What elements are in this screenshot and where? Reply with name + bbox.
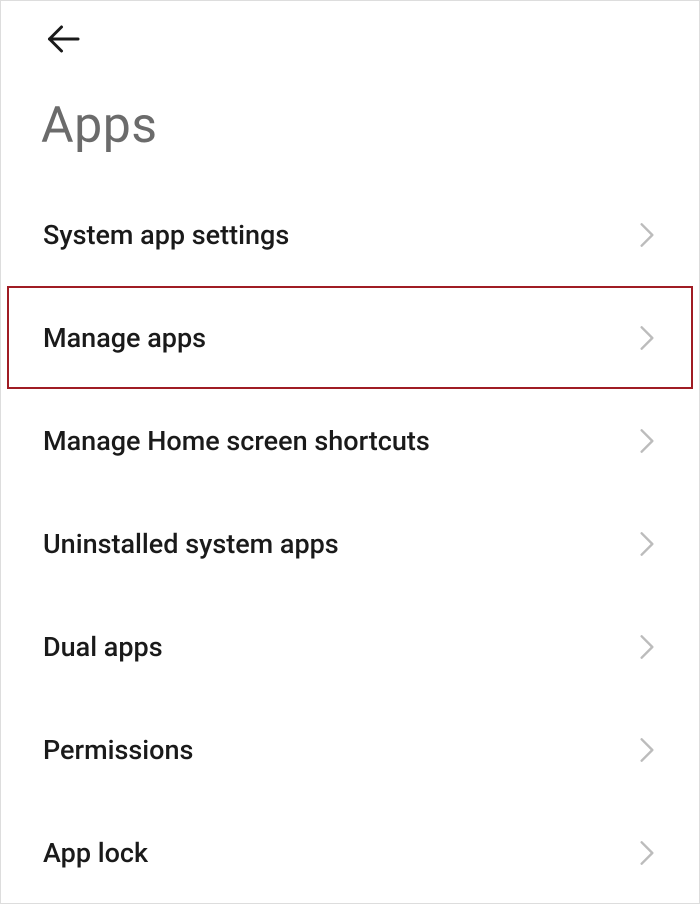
arrow-left-icon	[45, 21, 81, 61]
chevron-right-icon	[637, 736, 657, 764]
chevron-right-icon	[637, 324, 657, 352]
page-title: Apps	[41, 97, 158, 155]
settings-list: System app settings Manage apps Manage H…	[1, 183, 699, 904]
back-button[interactable]	[41, 19, 85, 63]
list-item-label: Manage apps	[43, 322, 206, 354]
list-item-system-app-settings[interactable]: System app settings	[1, 183, 699, 286]
list-item-app-lock[interactable]: App lock	[1, 801, 699, 904]
list-item-dual-apps[interactable]: Dual apps	[1, 595, 699, 698]
chevron-right-icon	[637, 839, 657, 867]
list-item-label: Permissions	[43, 734, 193, 766]
list-item-uninstalled-system-apps[interactable]: Uninstalled system apps	[1, 492, 699, 595]
list-item-label: Uninstalled system apps	[43, 528, 339, 560]
list-item-manage-home-screen-shortcuts[interactable]: Manage Home screen shortcuts	[1, 389, 699, 492]
list-item-label: System app settings	[43, 219, 289, 251]
list-item-manage-apps[interactable]: Manage apps	[1, 286, 699, 389]
chevron-right-icon	[637, 530, 657, 558]
list-item-label: Dual apps	[43, 631, 163, 663]
list-item-label: App lock	[43, 837, 148, 869]
chevron-right-icon	[637, 633, 657, 661]
list-item-permissions[interactable]: Permissions	[1, 698, 699, 801]
chevron-right-icon	[637, 221, 657, 249]
chevron-right-icon	[637, 427, 657, 455]
list-item-label: Manage Home screen shortcuts	[43, 425, 430, 457]
